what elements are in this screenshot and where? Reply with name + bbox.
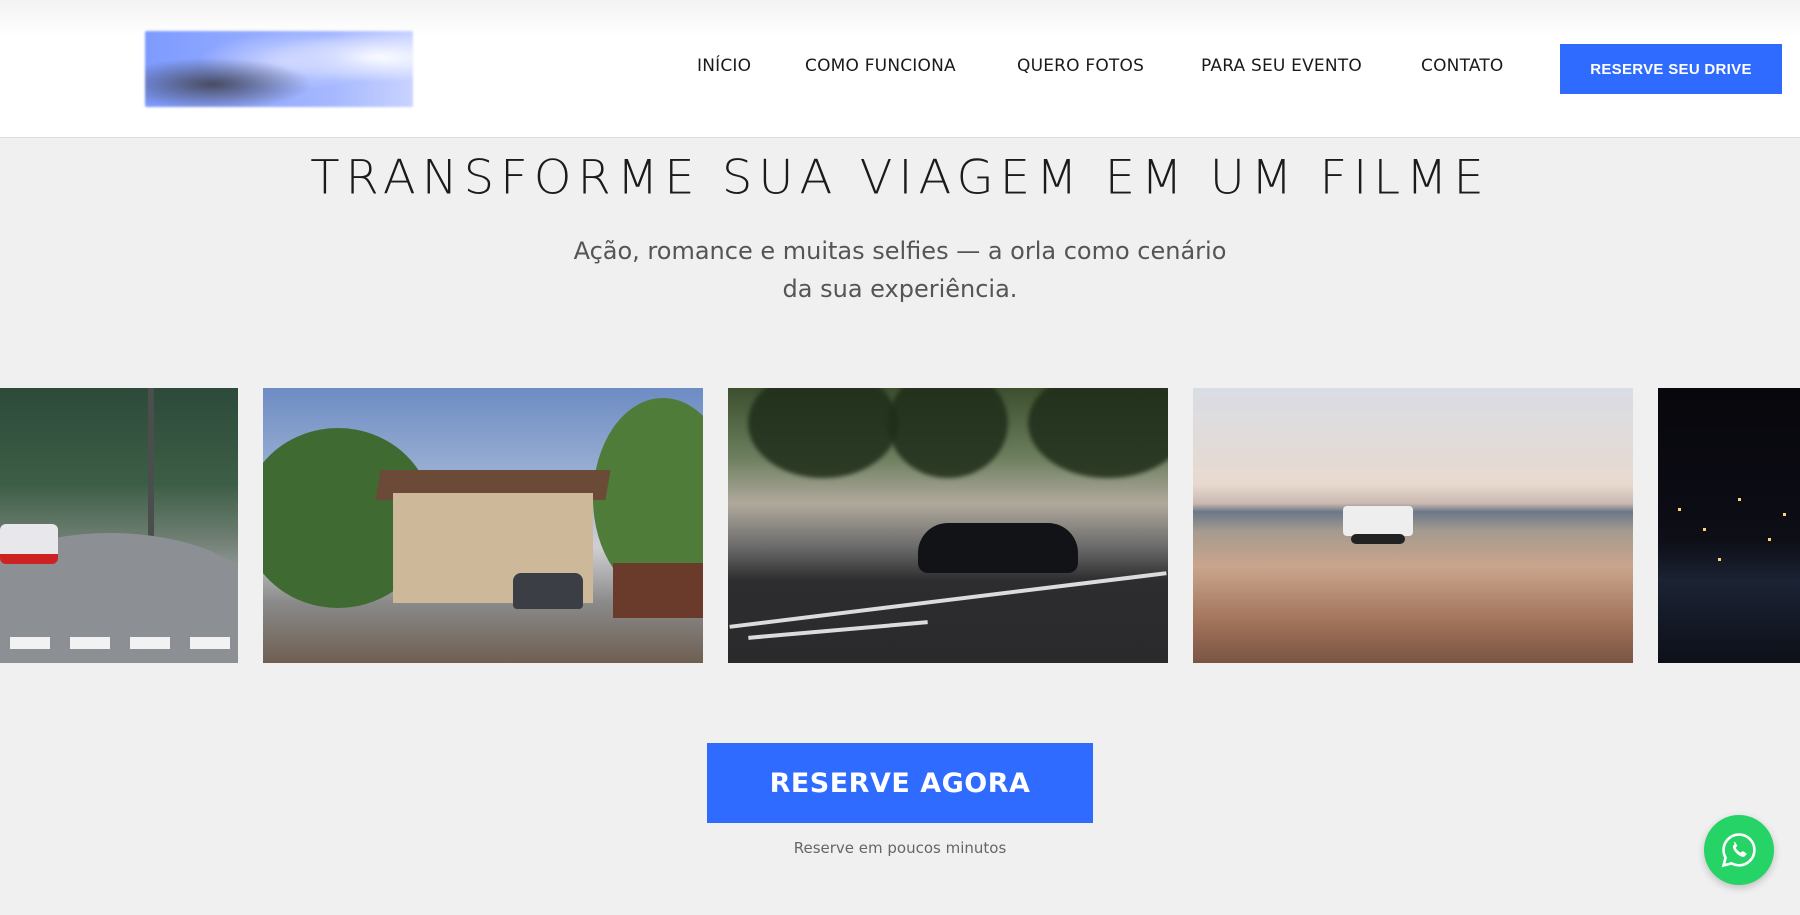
jeep-beach-sunset-photo <box>1193 388 1633 663</box>
site-header: INÍCIO COMO FUNCIONA QUERO FOTOS PARA SE… <box>0 0 1800 138</box>
whatsapp-chat-button[interactable] <box>1704 815 1774 885</box>
nav-item-como-funciona[interactable]: COMO FUNCIONA <box>805 56 956 76</box>
nav-item-contato[interactable]: CONTATO <box>1421 56 1504 76</box>
convertible-beach-road-photo <box>728 388 1168 663</box>
reserve-note: Reserve em poucos minutos <box>793 839 1007 857</box>
site-logo[interactable] <box>145 31 413 107</box>
whatsapp-icon <box>1721 833 1756 868</box>
hero-title: TRANSFORME SUA VIAGEM EM UM FILME <box>310 150 1490 206</box>
nav-item-quero-fotos[interactable]: QUERO FOTOS <box>1017 56 1144 76</box>
nav-item-para-seu-evento[interactable]: PARA SEU EVENTO <box>1201 56 1362 76</box>
nav-item-inicio[interactable]: INÍCIO <box>697 56 751 76</box>
reserve-drive-button[interactable]: RESERVE SEU DRIVE <box>1560 44 1782 94</box>
hero-subtitle: Ação, romance e muitas selfies — a orla … <box>573 237 1227 303</box>
house-carport-photo <box>263 388 703 663</box>
reserve-now-button[interactable]: RESERVE AGORA <box>707 743 1093 823</box>
city-night-skyline-photo <box>1658 388 1800 663</box>
photo-carousel[interactable] <box>0 388 1800 663</box>
race-car-curve-photo <box>0 388 238 663</box>
